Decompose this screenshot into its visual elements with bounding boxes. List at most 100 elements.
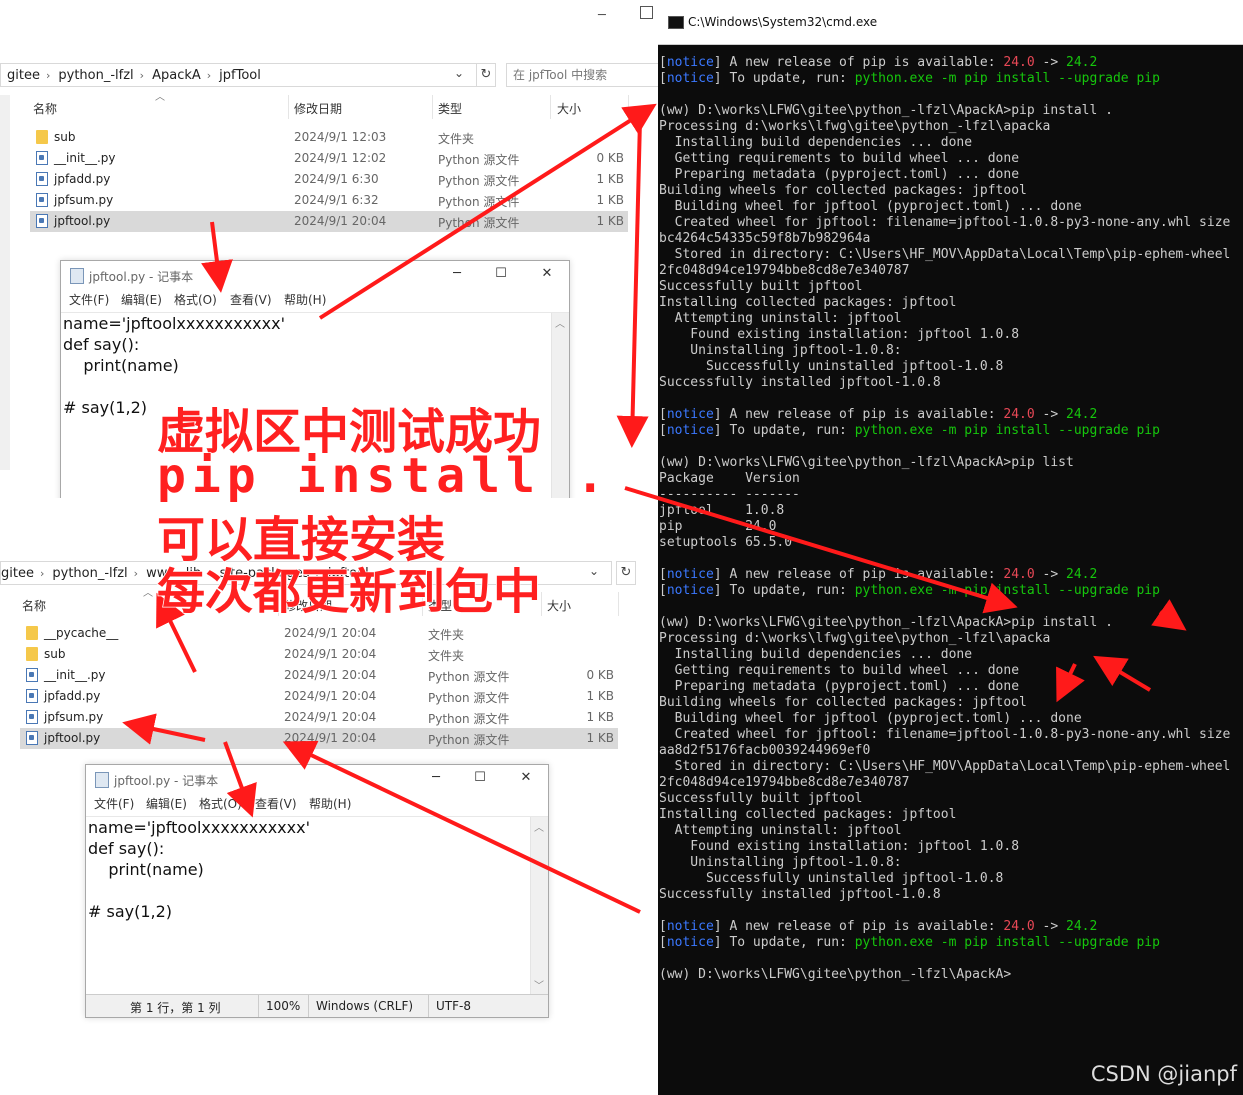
file-size: 1 KB [596,214,624,228]
minimize-icon[interactable]: ─ [447,266,467,281]
menu-format[interactable]: 格式(O) [199,795,242,812]
column-header-type[interactable]: 类型 [438,100,462,117]
menu-help[interactable]: 帮助(H) [309,795,351,812]
column-divider[interactable] [541,592,542,616]
minimize-icon[interactable]: ─ [426,770,446,785]
terminal-text: ] To update, run: [713,423,855,438]
column-divider[interactable] [618,592,619,616]
column-divider[interactable] [550,95,551,119]
file-row[interactable]: sub 2024/9/1 12:03 文件夹 [30,127,628,148]
menu-view[interactable]: 查看(V) [230,291,272,308]
column-header-size[interactable]: 大小 [547,597,571,614]
maximize-icon[interactable] [640,6,653,19]
notepad-titlebar[interactable]: jpftool.py - 记事本 ─ ☐ ✕ [61,261,569,289]
address-bar[interactable]: gitee › python_-lfzl › ApackA › jpfTool ⌄ [0,63,477,87]
file-name: __init__.py [44,668,106,682]
menu-view[interactable]: 查看(V) [255,795,297,812]
terminal-text: Uninstalling jpftool-1.0.8: [659,855,902,870]
chevron-down-icon[interactable]: ⌄ [454,66,464,80]
terminal-text: Stored in directory: C:\Users\HF_MOV\App… [659,759,1231,774]
file-row[interactable]: jpftool.py 2024/9/1 20:04 Python 源文件 1 KB [20,728,618,749]
column-divider[interactable] [288,95,289,119]
file-row[interactable]: jpfadd.py 2024/9/1 20:04 Python 源文件 1 KB [20,686,618,707]
chevron-down-icon[interactable]: ⌄ [589,564,599,578]
terminal-text: -> [1034,919,1067,934]
terminal-line: Processing d:\works\lfwg\gitee\python_-l… [659,631,1243,647]
terminal-line: Found existing installation: jpftool 1.0… [659,839,1243,855]
notepad-statusbar: 第 1 行，第 1 列 100% Windows (CRLF) UTF-8 [86,994,548,1017]
breadcrumb-item[interactable]: python_-lfzl [58,68,133,83]
file-row[interactable]: __init__.py 2024/9/1 20:04 Python 源文件 0 KB [20,665,618,686]
terminal-line: (ww) D:\works\LFWG\gitee\python_-lfzl\Ap… [659,103,1243,119]
terminal-text: 24.2 [1066,567,1098,582]
menu-edit[interactable]: 编辑(E) [146,795,187,812]
nav-pane-scrollbar[interactable] [0,95,10,470]
line-ending: Windows (CRLF) [316,999,414,1013]
terminal-text: Package Version [659,471,800,486]
file-type: Python 源文件 [428,691,510,705]
column-header-size[interactable]: 大小 [557,100,581,117]
file-name: jpftool.py [54,214,111,228]
refresh-icon[interactable]: ↻ [476,63,496,87]
menu-file[interactable]: 文件(F) [69,291,109,308]
terminal-text: Uninstalling jpftool-1.0.8: [659,343,902,358]
notepad-text-area[interactable]: name='jpftoolxxxxxxxxxxx' def say(): pri… [88,817,310,922]
maximize-icon[interactable]: ☐ [491,266,511,281]
scroll-up-icon[interactable]: ︿ [555,315,565,330]
close-icon[interactable]: ✕ [516,770,536,785]
vertical-scrollbar[interactable]: ︿ ﹀ [530,817,548,994]
column-divider[interactable] [628,95,629,119]
file-row[interactable]: sub 2024/9/1 20:04 文件夹 [20,644,618,665]
menu-edit[interactable]: 编辑(E) [121,291,162,308]
file-row[interactable]: __init__.py 2024/9/1 12:02 Python 源文件 0 KB [30,148,628,169]
minimize-icon[interactable]: ─ [598,8,606,23]
breadcrumb-item[interactable]: gitee [1,566,34,581]
file-row[interactable]: jpfadd.py 2024/9/1 6:30 Python 源文件 1 KB [30,169,628,190]
close-icon[interactable]: ✕ [537,266,557,281]
terminal-text: Successfully installed jpftool-1.0.8 [659,887,941,902]
column-header-name[interactable]: 名称 [22,597,46,614]
column-header-name[interactable]: 名称 [33,100,57,117]
file-size: 0 KB [586,668,614,682]
maximize-icon[interactable]: ☐ [470,770,490,785]
cursor-position: 第 1 行，第 1 列 [130,1001,221,1015]
refresh-icon[interactable]: ↻ [616,561,636,585]
breadcrumb-item[interactable]: gitee [7,68,40,83]
file-row[interactable]: jpfsum.py 2024/9/1 6:32 Python 源文件 1 KB [30,190,628,211]
file-row[interactable]: __pycache__ 2024/9/1 20:04 文件夹 [20,623,618,644]
column-divider[interactable] [432,95,433,119]
terminal-line: setuptools 65.5.0 [659,535,1243,551]
menu-format[interactable]: 格式(O) [174,291,217,308]
terminal-text: python.exe -m pip install --upgrade pip [854,423,1160,438]
breadcrumb-item[interactable]: ApackA [152,68,201,83]
scroll-down-icon[interactable]: ﹀ [534,977,544,992]
file-name: jpfadd.py [54,172,111,186]
terminal-line: Successfully installed jpftool-1.0.8 [659,375,1243,391]
terminal-line: Uninstalling jpftool-1.0.8: [659,343,1243,359]
terminal-line: [notice] To update, run: python.exe -m p… [659,71,1243,87]
search-input[interactable]: 在 jpfTool 中搜索 [506,63,658,87]
terminal-text: python.exe -m pip install --upgrade pip [854,583,1160,598]
terminal-line: Installing collected packages: jpftool [659,807,1243,823]
scroll-up-icon[interactable]: ︿ [534,819,544,834]
file-size: 1 KB [596,193,624,207]
file-row[interactable]: jpfsum.py 2024/9/1 20:04 Python 源文件 1 KB [20,707,618,728]
chevron-right-icon: › [133,566,139,580]
column-header-date[interactable]: 修改日期 [294,100,342,117]
file-type: Python 源文件 [438,174,520,188]
cmd-titlebar[interactable]: C:\Windows\System32\cmd.exe [658,0,1243,45]
file-row[interactable]: jpftool.py 2024/9/1 20:04 Python 源文件 1 KB [30,211,628,232]
terminal-text: 24.0 [1003,567,1035,582]
notepad-icon [70,268,84,284]
file-type: 文件夹 [428,628,465,642]
breadcrumb-item[interactable]: jpfTool [219,68,261,83]
terminal-text: 2fc048d94ce19794bbe8cd8e7e340787 [659,263,910,278]
notepad-title: jpftool.py - 记事本 [114,774,219,788]
sort-arrow-icon: ︿ [143,588,153,599]
notepad-titlebar[interactable]: jpftool.py - 记事本 ─ ☐ ✕ [86,765,548,793]
breadcrumb-item[interactable]: python_-lfzl [52,566,127,581]
menu-file[interactable]: 文件(F) [94,795,134,812]
menu-help[interactable]: 帮助(H) [284,291,326,308]
terminal-text: ] A new release of pip is available: [713,567,1004,582]
cmd-output[interactable]: [notice] A new release of pip is availab… [659,55,1243,983]
